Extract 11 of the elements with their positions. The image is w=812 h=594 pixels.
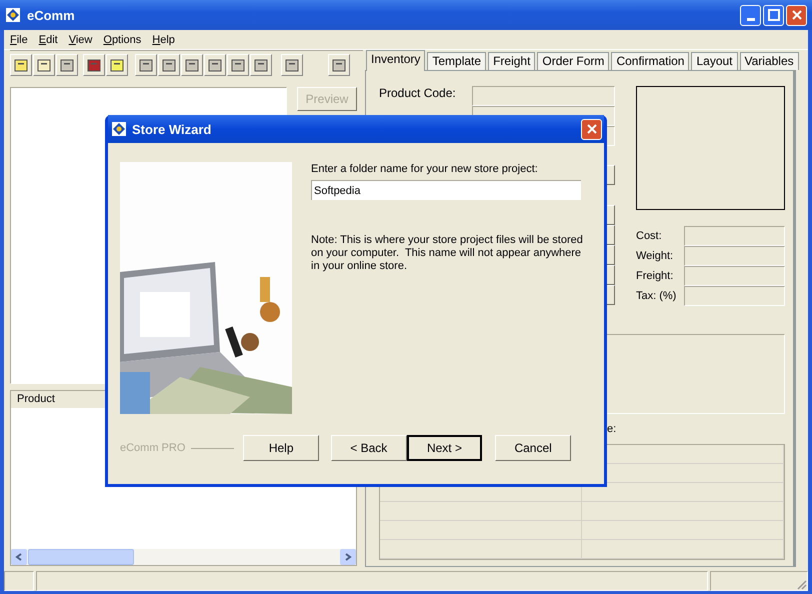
brand-label: eComm PRO — [120, 442, 186, 454]
field-label: Freight: — [636, 270, 674, 282]
field-label: Weight: — [636, 250, 674, 262]
dialog-title: Store Wizard — [132, 122, 212, 136]
note-text: Note: This is where your store project files will be stored on your computer. This name will not appear anywhere in your online store. — [311, 234, 583, 273]
field-label: Product Code: — [379, 86, 457, 102]
prompt-text: Enter a folder name for your new store project: — [311, 163, 539, 175]
field-label: e: — [607, 423, 616, 435]
field-label: Tax: (%) — [636, 290, 678, 302]
window-title: eComm — [27, 8, 75, 22]
field-label: Cost: — [636, 230, 663, 242]
